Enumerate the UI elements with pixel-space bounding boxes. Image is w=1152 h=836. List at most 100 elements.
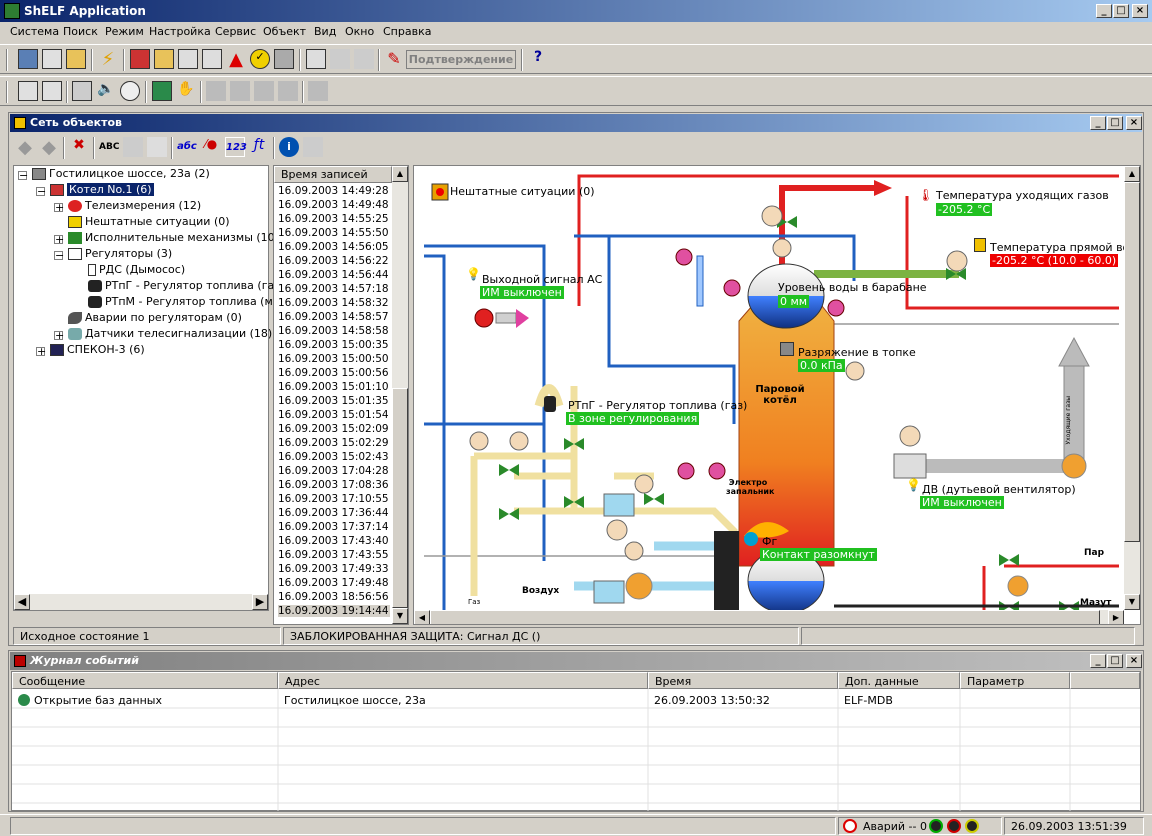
list-item[interactable]: 16.09.2003 17:43:40 [278, 535, 389, 547]
scroll-right-icon[interactable]: ▶ [1108, 610, 1124, 624]
col-extra[interactable]: Доп. данные [838, 672, 960, 689]
list-item[interactable]: 16.09.2003 14:56:05 [278, 241, 389, 253]
list-item[interactable]: 16.09.2003 14:56:22 [278, 255, 389, 267]
menu-settings[interactable]: Настройка [149, 25, 211, 38]
child-close-button[interactable]: × [1126, 116, 1142, 130]
delete-icon[interactable]: ✖ [69, 137, 89, 157]
close-button[interactable]: × [1132, 4, 1148, 18]
tree-item-sensors[interactable]: Датчики телесигнализации (18) [68, 327, 272, 340]
tree-item-boiler[interactable]: Котел No.1 (6) [50, 183, 154, 196]
flue-temp-label[interactable]: Температура уходящих газов [936, 189, 1109, 202]
col-time[interactable]: Время [648, 672, 838, 689]
list-item[interactable]: 16.09.2003 15:02:09 [278, 423, 389, 435]
child-minimize-button[interactable]: _ [1090, 116, 1106, 130]
list-item[interactable]: 16.09.2003 17:37:14 [278, 521, 389, 533]
help-icon[interactable]: ? [528, 49, 548, 69]
list-item[interactable]: 16.09.2003 14:55:50 [278, 227, 389, 239]
diagram-vscroll[interactable]: ▲ ▼ [1124, 166, 1140, 610]
nav-back-icon[interactable]: ◆ [15, 137, 35, 158]
menu-mode[interactable]: Режим [105, 25, 144, 38]
table-row[interactable]: Открытие баз данных Гостилицкое шоссе, 2… [12, 691, 1140, 710]
tree-item-rtpm[interactable]: РТпМ - Регулятор топлива (мазут) [88, 295, 303, 308]
fan-label[interactable]: ДВ (дутьевой вентилятор) [922, 483, 1076, 496]
scroll-down-icon[interactable]: ▼ [392, 608, 408, 624]
folder-icon[interactable] [66, 49, 86, 69]
align-icon[interactable] [123, 137, 143, 157]
tree-item-spekon[interactable]: СПЕКОН-3 (6) [50, 343, 145, 356]
list-item[interactable]: 16.09.2003 15:00:50 [278, 353, 389, 365]
edit-doc-2-icon[interactable] [42, 81, 62, 101]
maximize-button[interactable]: □ [1113, 4, 1129, 18]
disabled-tool-1-icon[interactable] [206, 81, 226, 101]
list-item[interactable]: 16.09.2003 14:58:58 [278, 325, 389, 337]
signal-icon[interactable]: ⁄● [201, 137, 221, 157]
child-maximize-button[interactable]: □ [1107, 116, 1123, 130]
grid-disabled-icon[interactable] [303, 137, 323, 157]
cube-icon[interactable] [130, 49, 150, 69]
menu-help[interactable]: Справка [383, 25, 431, 38]
tree-item-rtpg[interactable]: РТпГ - Регулятор топлива (газ) [88, 279, 284, 292]
tree-item-regulators[interactable]: Регуляторы (3) [68, 247, 172, 260]
warning-icon[interactable]: ▲ [226, 49, 246, 70]
hand-icon[interactable]: ✋ [176, 81, 196, 101]
diagram-emergency-label[interactable]: Нештатные ситуации (0) [450, 185, 595, 198]
journal-minimize-button[interactable]: _ [1090, 654, 1106, 668]
function-icon[interactable]: ƒt [249, 137, 269, 157]
scroll-left-icon[interactable]: ◀ [14, 594, 30, 610]
disabled-tool-3-icon[interactable] [254, 81, 274, 101]
water-temp-label[interactable]: Температура прямой воды [990, 241, 1140, 254]
disabled-tool-4-icon[interactable] [278, 81, 298, 101]
lightning-icon[interactable]: ⚡ [98, 49, 118, 70]
tree-collapse-regulators[interactable]: − [54, 250, 64, 261]
list-item[interactable]: 16.09.2003 14:56:44 [278, 269, 389, 281]
menu-view[interactable]: Вид [314, 25, 336, 38]
list-item[interactable]: 16.09.2003 15:00:35 [278, 339, 389, 351]
numeric-icon[interactable]: 123 [225, 137, 247, 157]
menu-object[interactable]: Объект [263, 25, 306, 38]
tree-item-rds[interactable]: РДС (Дымосос) [88, 263, 185, 276]
fg-label[interactable]: Фг [762, 535, 777, 548]
info-icon[interactable]: i [279, 137, 299, 157]
list-item[interactable]: 16.09.2003 17:43:55 [278, 549, 389, 561]
menu-search[interactable]: Поиск [63, 25, 98, 38]
clock-icon[interactable] [120, 81, 140, 101]
tree-item-root[interactable]: Гостилицкое шоссе, 23а (2) [32, 167, 210, 180]
list-item[interactable]: 16.09.2003 15:01:35 [278, 395, 389, 407]
tree-collapse-root[interactable]: − [18, 170, 28, 181]
list-item[interactable]: 16.09.2003 18:56:56 [278, 591, 389, 603]
journal-maximize-button[interactable]: □ [1107, 654, 1123, 668]
menu-window[interactable]: Окно [345, 25, 374, 38]
book-icon[interactable] [274, 49, 294, 69]
list-item[interactable]: 16.09.2003 17:49:48 [278, 577, 389, 589]
records-vscroll[interactable]: ▲ ▼ [392, 166, 408, 624]
out-signal-label[interactable]: Выходной сигнал АС [482, 273, 602, 286]
list-item[interactable]: 16.09.2003 15:02:29 [278, 437, 389, 449]
text-italic-icon[interactable]: абс [177, 137, 197, 157]
refresh-icon[interactable] [152, 81, 172, 101]
list-item[interactable]: 16.09.2003 14:55:25 [278, 213, 389, 225]
open-doc-icon[interactable] [42, 49, 62, 69]
connect-icon[interactable] [18, 49, 38, 69]
journal-close-button[interactable]: × [1126, 654, 1142, 668]
confirm-button[interactable]: Подтверждение [406, 50, 516, 69]
check-icon[interactable]: ✓ [250, 49, 270, 69]
col-address[interactable]: Адрес [278, 672, 648, 689]
list-item[interactable]: 16.09.2003 17:36:44 [278, 507, 389, 519]
list-item[interactable]: 16.09.2003 14:49:28 [278, 185, 389, 197]
records-header[interactable]: Время записей [274, 166, 392, 183]
scroll-right-icon[interactable]: ▶ [252, 594, 268, 610]
tree-expand-actuators[interactable]: + [54, 234, 64, 245]
chart-icon[interactable] [178, 49, 198, 69]
list-item[interactable]: 16.09.2003 15:01:54 [278, 409, 389, 421]
scroll-up-icon[interactable]: ▲ [392, 166, 408, 182]
minimize-button[interactable]: _ [1096, 4, 1112, 18]
col-param[interactable]: Параметр [960, 672, 1070, 689]
disabled-tool-5-icon[interactable] [308, 81, 328, 101]
tree-expand-spekon[interactable]: + [36, 346, 46, 357]
rtpg-label[interactable]: РТпГ - Регулятор топлива (газ) [568, 399, 747, 412]
tree-expand-telemetry[interactable]: + [54, 202, 64, 213]
list-item[interactable]: 16.09.2003 14:58:57 [278, 311, 389, 323]
list-item[interactable]: 16.09.2003 14:57:18 [278, 283, 389, 295]
flashlight-disabled-2-icon[interactable] [354, 49, 374, 69]
scroll-down-icon[interactable]: ▼ [1124, 594, 1140, 610]
